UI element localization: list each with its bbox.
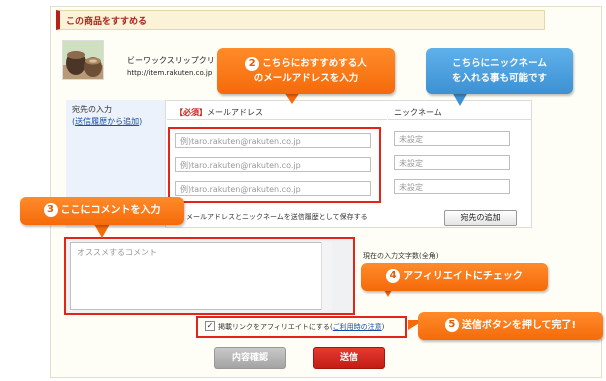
nickname-input-3[interactable]: 未設定 [394,179,510,194]
affiliate-checkbox[interactable]: ✓ [205,321,215,331]
send-button[interactable]: 送信 [313,347,385,369]
affiliate-label-wrap: 掲載リンクをアフィリエイトにする(ご利用時の注意) [218,322,384,332]
callout-nickname: こちらにニックネーム を入れる事も可能です [426,48,573,94]
destination-label: 宛先の入力 [72,105,112,114]
confirm-button[interactable]: 内容確認 [214,347,286,369]
affiliate-label: 掲載リンクをアフィリエイトにする [218,323,330,331]
step-5-badge: 5 [444,318,459,332]
callout-4-text: アフィリエイトにチェック [403,271,523,282]
comment-textarea[interactable]: オススメするコメント [70,242,332,310]
required-tag: 【必須】 [175,108,207,117]
history-link-close: ) [139,117,143,126]
nickname-input-2[interactable]: 未設定 [394,155,510,170]
callout-nickname-tail [452,92,468,106]
save-history-note: メールアドレスとニックネームを送信履歴として保存する [186,213,368,221]
product-url[interactable]: http://item.rakuten.co.jp [127,69,212,77]
email-column-header: 【必須】メールアドレス [167,104,387,120]
step-4-badge: 4 [386,269,401,283]
comment-scrollbar[interactable] [321,242,332,310]
step-3-badge: 3 [43,203,58,217]
affiliate-link-close: ) [381,323,385,331]
nickname-column-header: ニックネーム [388,104,531,120]
history-link-wrap: (送信履歴から追加) [72,116,142,127]
callout-3: 3 ここにコメントを入力 [20,197,184,225]
callout-2-line2: のメールアドレスを入力 [253,73,359,84]
history-link[interactable]: 送信履歴から追加 [75,117,139,126]
callout-5-text: 送信ボタンを押して完了! [461,320,577,331]
section-title: この商品をすすめる [66,17,148,27]
email-highlight-box [168,127,381,203]
char-count-label: 現在の入力文字数(全角) [363,252,439,260]
step-2-badge: 2 [245,56,260,71]
callout-5: 5 送信ボタンを押して完了! [418,312,603,340]
email-column-label: メールアドレス [207,108,263,117]
callout-4: 4 アフィリエイトにチェック [361,263,548,291]
add-destination-button[interactable]: 宛先の追加 [444,210,517,226]
product-image [62,40,104,80]
callout-nickname-line1: こちらにニックネーム [452,58,547,69]
product-name[interactable]: ビーワックスリップクリ [127,55,215,66]
callout-2: 2 こちらにおすすめする人 のメールアドレスを入力 [217,48,395,94]
affiliate-caution-link[interactable]: ご利用時の注意 [333,323,382,331]
nickname-input-1[interactable]: 未設定 [394,131,510,146]
callout-2-line1: こちらにおすすめする人 [262,58,367,69]
callout-3-tail [94,224,110,238]
callout-nickname-line2: を入れる事も可能です [451,73,547,84]
callout-3-text: ここにコメントを入力 [60,205,161,216]
nickname-column-label: ニックネーム [394,108,442,117]
